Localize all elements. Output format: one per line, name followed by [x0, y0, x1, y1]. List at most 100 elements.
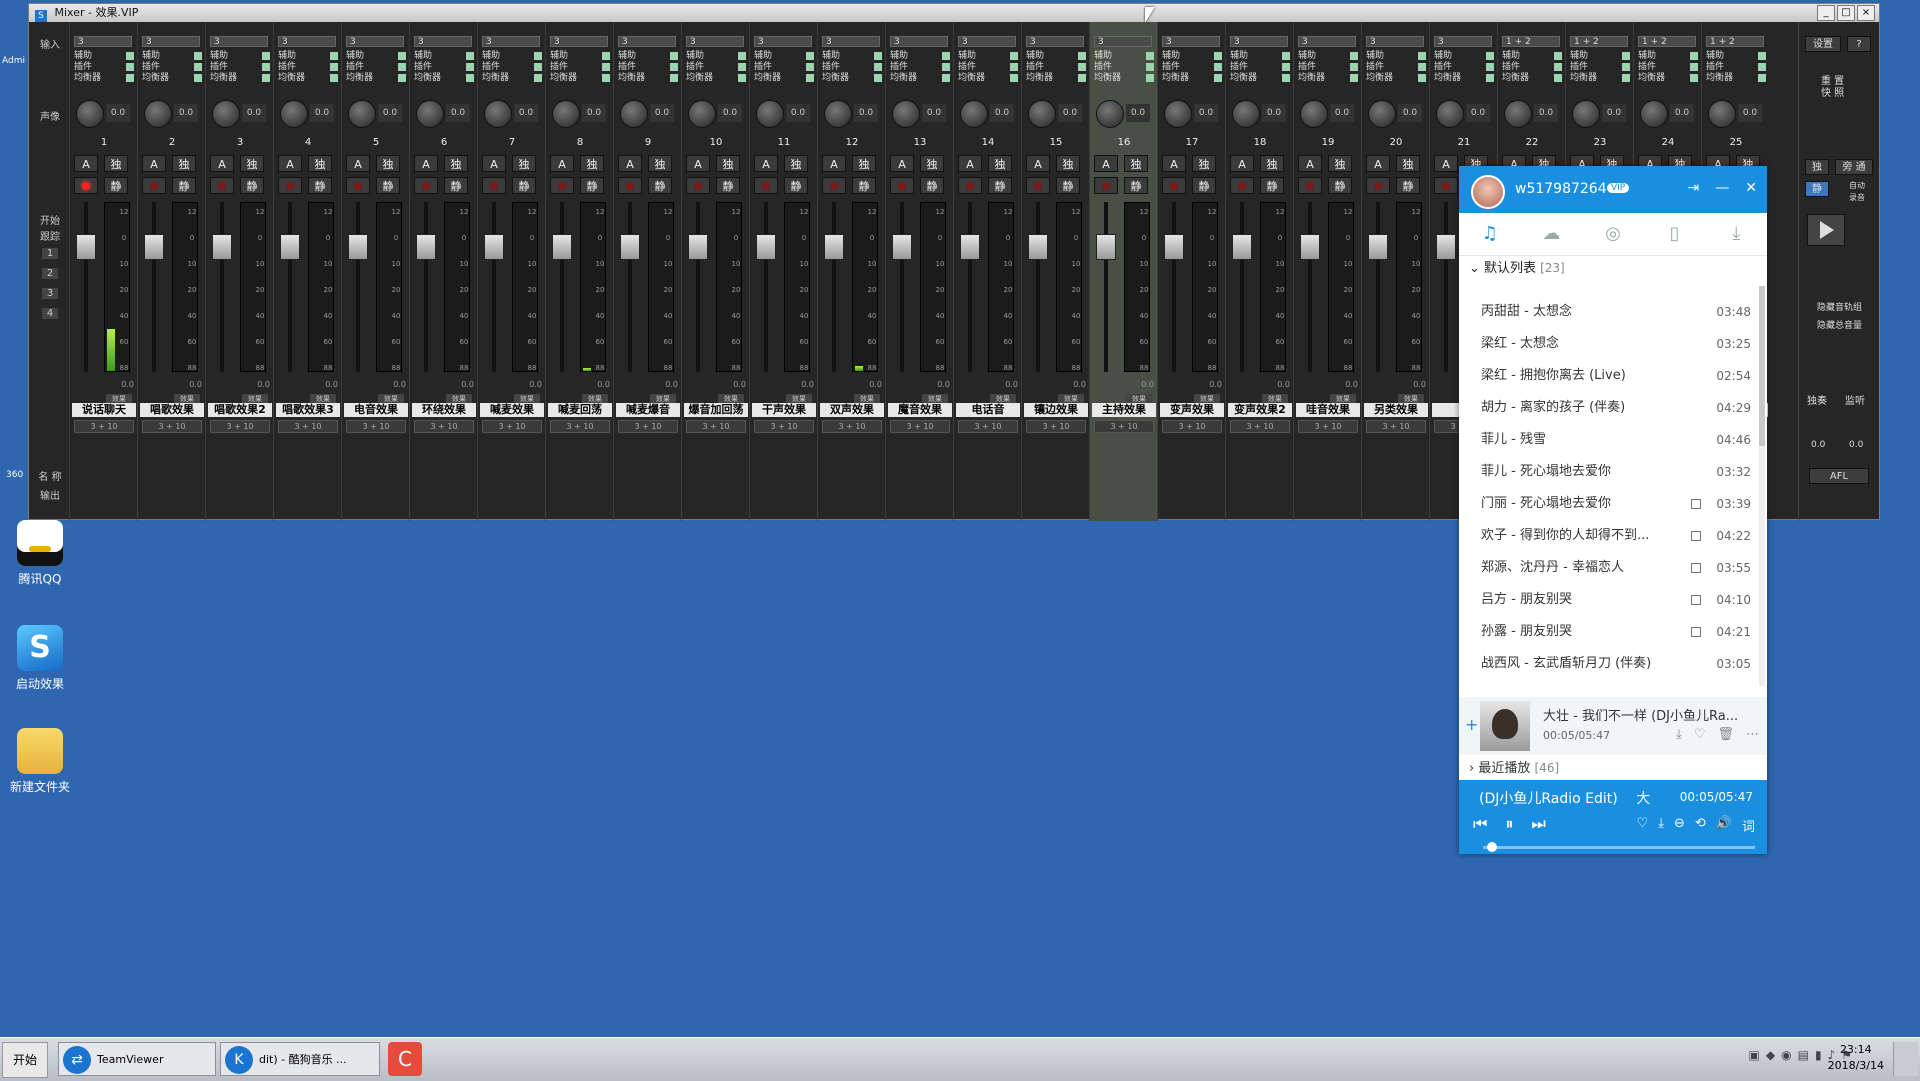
output-select[interactable]: 3 + 10 — [618, 420, 678, 433]
pan-knob[interactable] — [1028, 100, 1056, 128]
cloud-icon[interactable]: ☁ — [1540, 223, 1562, 245]
fader-track[interactable] — [220, 202, 224, 372]
input-select[interactable]: 3 — [278, 36, 336, 47]
mute-button[interactable]: 静 — [920, 177, 944, 194]
input-select[interactable]: 3 — [822, 36, 880, 47]
solo-button[interactable]: 独 — [784, 155, 808, 172]
solo-button[interactable]: 独 — [1328, 155, 1352, 172]
avatar[interactable] — [1471, 175, 1505, 209]
solo-button[interactable]: 独 — [1396, 155, 1420, 172]
mute-button[interactable]: 静 — [1396, 177, 1420, 194]
fader-track[interactable] — [492, 202, 496, 372]
record-arm-button[interactable] — [822, 177, 846, 194]
input-select[interactable]: 3 — [958, 36, 1016, 47]
input-select[interactable]: 3 — [414, 36, 472, 47]
desktop-icon-start-effect[interactable]: S 启动效果 — [0, 625, 80, 692]
channel-tag-2[interactable]: 均衡器 — [414, 72, 474, 84]
maximize-button[interactable]: □ — [1837, 5, 1855, 21]
channel-a-button[interactable]: A — [958, 155, 982, 172]
pan-knob[interactable] — [1708, 100, 1736, 128]
channel-name[interactable]: 爆音加回荡 — [684, 403, 748, 417]
download-icon[interactable]: ⤓ — [1676, 727, 1682, 742]
channel-tag-2[interactable]: 均衡器 — [618, 72, 678, 84]
input-select[interactable]: 1 + 2 — [1706, 36, 1764, 47]
channel-name[interactable]: 双声效果 — [820, 403, 884, 417]
fader-track[interactable] — [900, 202, 904, 372]
solo-button[interactable]: 独 — [580, 155, 604, 172]
bypass-button[interactable]: 旁 通 — [1835, 159, 1873, 175]
list-item[interactable]: 战西风 - 玄武盾斩月刀 (伴奏) 03:05 — [1459, 648, 1759, 680]
output-select[interactable]: 3 + 10 — [958, 420, 1018, 433]
list-item[interactable]: 胡力 - 离家的孩子 (伴奏) 04:29 — [1459, 392, 1759, 424]
solo-button[interactable]: 独 — [716, 155, 740, 172]
hide-tracks-checkbox[interactable]: 隐藏音轨组 — [1817, 300, 1862, 313]
pan-knob[interactable] — [484, 100, 512, 128]
channel-tag-2[interactable]: 均衡器 — [1230, 72, 1290, 84]
list-item[interactable]: 菲儿 - 残雪 04:46 — [1459, 424, 1759, 456]
mute-button[interactable]: 静 — [376, 177, 400, 194]
channel-tag-2[interactable]: 均衡器 — [1570, 72, 1630, 84]
solo-button[interactable]: 独 — [852, 155, 876, 172]
song-list-scrollbar[interactable] — [1759, 286, 1765, 686]
channel-tag-2[interactable]: 均衡器 — [1094, 72, 1154, 84]
side-button-4[interactable]: 4 — [42, 308, 58, 319]
volume-fader[interactable] — [1232, 233, 1252, 260]
fader-track[interactable] — [424, 202, 428, 372]
signal-icon[interactable]: ▮ — [1815, 1048, 1822, 1062]
mv-icon[interactable] — [1691, 595, 1701, 605]
pan-knob[interactable] — [552, 100, 580, 128]
pan-knob[interactable] — [688, 100, 716, 128]
channel-a-button[interactable]: A — [482, 155, 506, 172]
channel-name[interactable]: 喊麦爆音 — [616, 403, 680, 417]
fader-track[interactable] — [1240, 202, 1244, 372]
input-select[interactable]: 3 — [1230, 36, 1288, 47]
output-select[interactable]: 3 + 10 — [550, 420, 610, 433]
solo-button[interactable]: 独 — [648, 155, 672, 172]
volume-fader[interactable] — [348, 233, 368, 260]
tray-icon[interactable]: ◆ — [1766, 1048, 1775, 1062]
channel-a-button[interactable]: A — [142, 155, 166, 172]
tray-icon[interactable]: ◉ — [1781, 1048, 1791, 1062]
volume-fader[interactable] — [892, 233, 912, 260]
input-select[interactable]: 3 — [1094, 36, 1152, 47]
channel-tag-2[interactable]: 均衡器 — [1298, 72, 1358, 84]
mute-button[interactable]: 静 — [784, 177, 808, 194]
channel-name[interactable]: 干声效果 — [752, 403, 816, 417]
volume-fader[interactable] — [76, 233, 96, 260]
record-arm-button[interactable] — [74, 177, 98, 194]
tray-icon[interactable]: ▣ — [1749, 1048, 1760, 1062]
channel-tag-2[interactable]: 均衡器 — [550, 72, 610, 84]
volume-fader[interactable] — [144, 233, 164, 260]
volume-fader[interactable] — [1436, 233, 1456, 260]
solo-button[interactable]: 独 — [920, 155, 944, 172]
channel-name[interactable]: 哇音效果 — [1296, 403, 1360, 417]
solo-button[interactable]: 独 — [240, 155, 264, 172]
settings-button[interactable]: 设置 — [1805, 36, 1841, 52]
pan-knob[interactable] — [1096, 100, 1124, 128]
fader-track[interactable] — [1444, 202, 1448, 372]
output-select[interactable]: 3 + 10 — [1230, 420, 1290, 433]
output-select[interactable]: 3 + 10 — [1026, 420, 1086, 433]
record-arm-button[interactable] — [414, 177, 438, 194]
channel-a-button[interactable]: A — [686, 155, 710, 172]
output-select[interactable]: 3 + 10 — [1094, 420, 1154, 433]
output-select[interactable]: 3 + 10 — [890, 420, 950, 433]
show-desktop-button[interactable] — [1893, 1042, 1918, 1076]
record-arm-button[interactable] — [958, 177, 982, 194]
output-select[interactable]: 3 + 10 — [74, 420, 134, 433]
record-arm-button[interactable] — [1230, 177, 1254, 194]
channel-a-button[interactable]: A — [550, 155, 574, 172]
mixer-titlebar[interactable]: S Mixer - 效果.VIP _ □ × — [29, 4, 1879, 22]
side-button-1[interactable]: 1 — [42, 248, 58, 259]
solo-button[interactable]: 独 — [1192, 155, 1216, 172]
fader-track[interactable] — [288, 202, 292, 372]
volume-fader[interactable] — [1028, 233, 1048, 260]
solo-button[interactable]: 独 — [104, 155, 128, 172]
more-icon[interactable]: ⋯ — [1746, 727, 1759, 742]
pan-knob[interactable] — [756, 100, 784, 128]
channel-name[interactable]: 喊麦效果 — [480, 403, 544, 417]
channel-tag-2[interactable]: 均衡器 — [958, 72, 1018, 84]
solo-button[interactable]: 独 — [376, 155, 400, 172]
input-select[interactable]: 3 — [1366, 36, 1424, 47]
channel-tag-2[interactable]: 均衡器 — [686, 72, 746, 84]
